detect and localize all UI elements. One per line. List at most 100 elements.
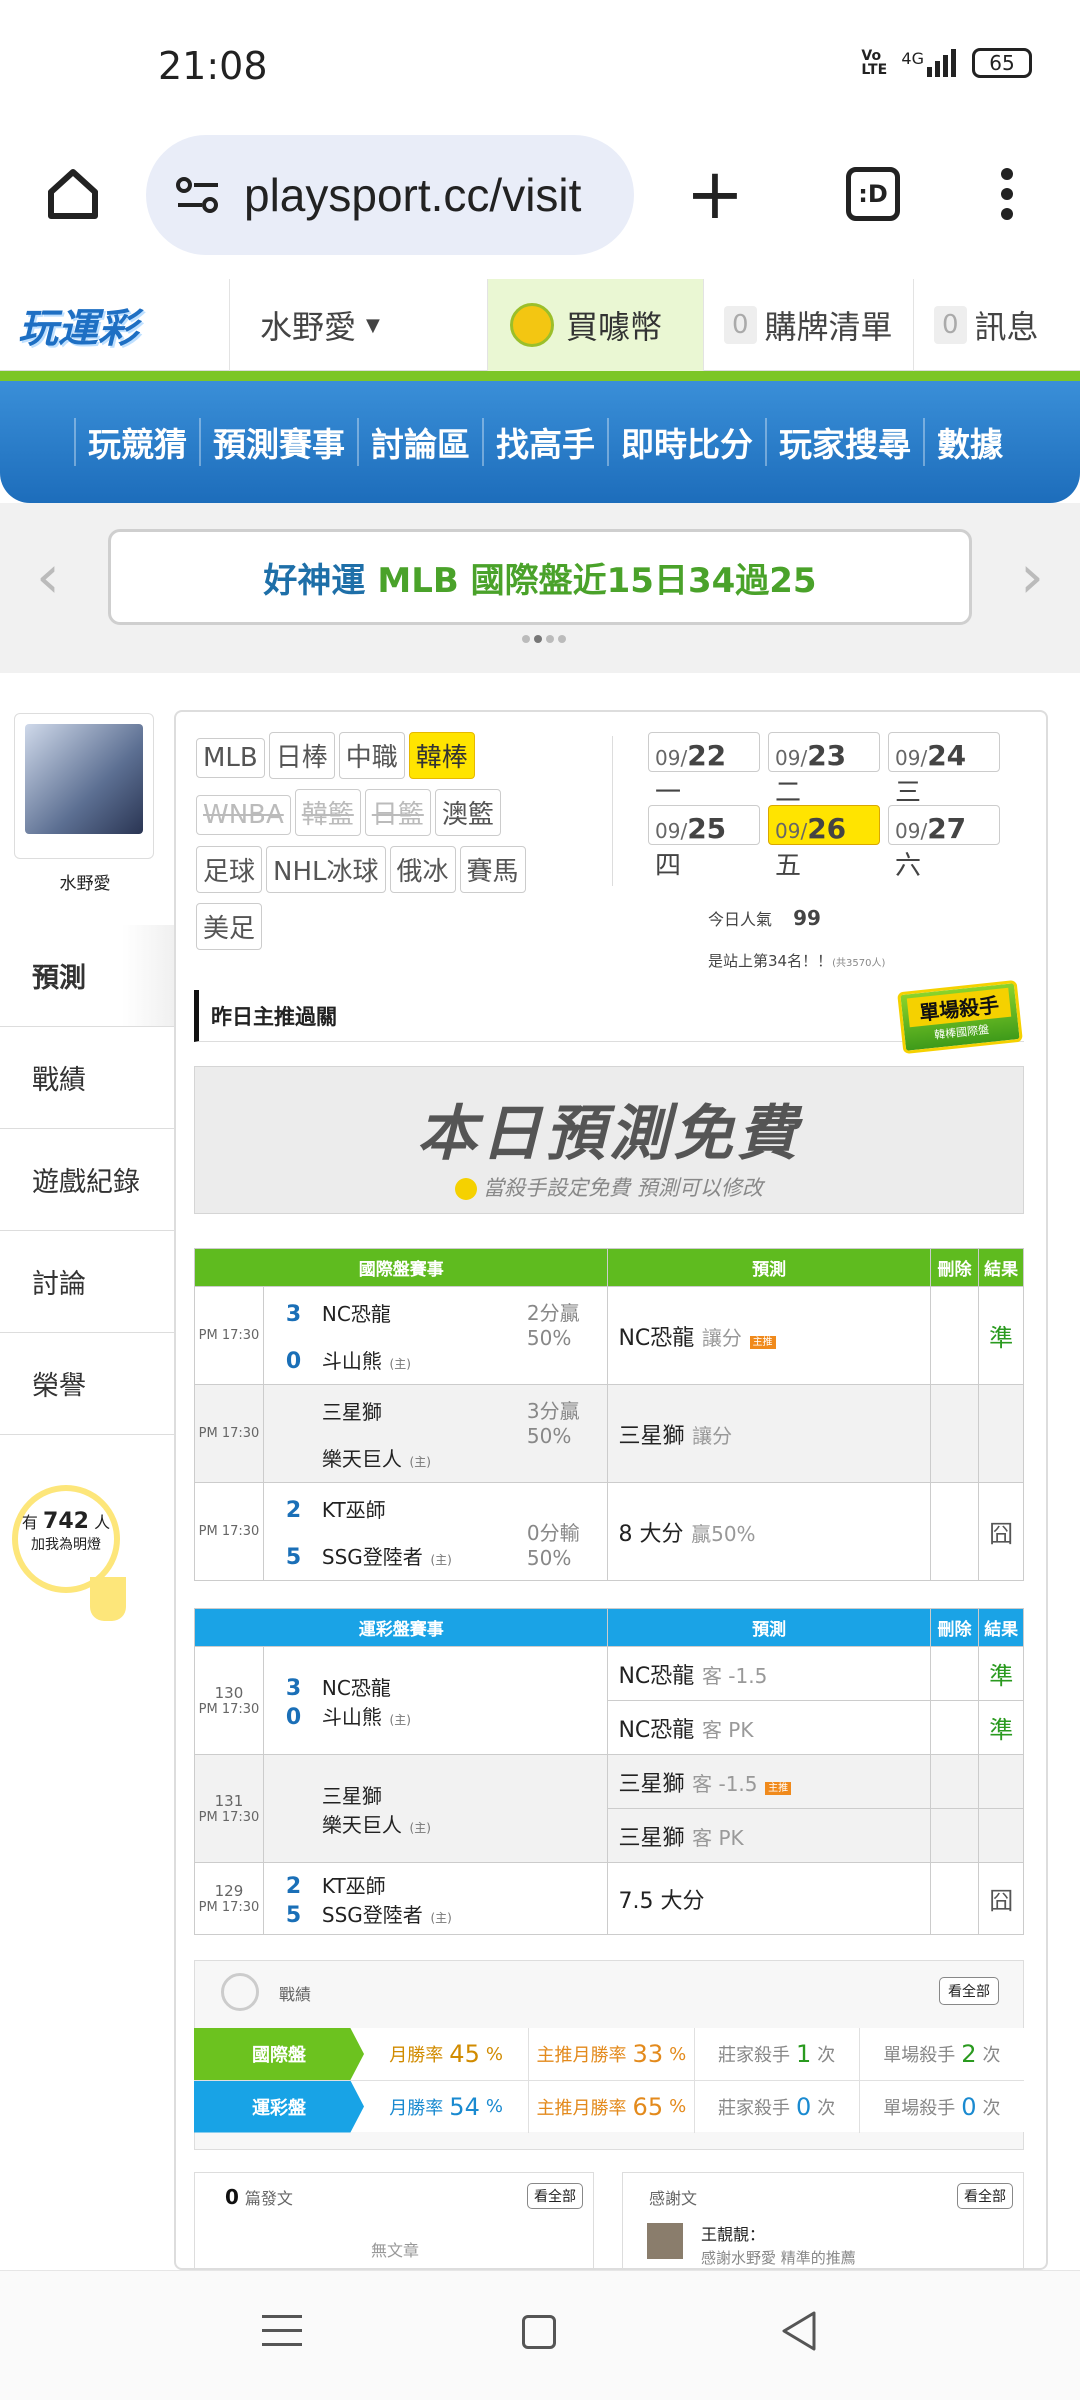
column-header: 國際盤賽事 <box>193 1248 609 1287</box>
delete-cell[interactable] <box>929 1862 980 1935</box>
message-button[interactable]: 0 訊息 <box>914 279 1080 371</box>
table-row: PM 17:30 2 KT巫師 5 SSG登陸者 (主) 0分輸 50% 8 大分 贏50% 囧 <box>194 1482 1024 1581</box>
date-tab[interactable]: 09/22 一 <box>648 732 760 808</box>
promo-banner[interactable]: 好神運 MLB 國際盤近15日34過25 <box>108 529 972 625</box>
sport-tab[interactable]: 日籃 <box>364 789 431 836</box>
sport-tab[interactable]: 賽馬 <box>459 846 526 893</box>
sport-tab[interactable]: 俄冰 <box>389 846 456 893</box>
home-icon[interactable] <box>38 159 108 229</box>
killer-badge: 單場殺手 韓棒國際盤 <box>897 979 1023 1055</box>
chevron-left-icon[interactable]: ‹ <box>36 547 76 607</box>
column-header: 結果 <box>978 1248 1024 1287</box>
status-icons: Vo LTE 4G 65 <box>861 48 1032 78</box>
signal-icon: 4G <box>901 49 956 77</box>
sport-tab[interactable]: NHL冰球 <box>266 846 386 893</box>
nav-item[interactable]: 即時比分 <box>607 418 765 466</box>
pick-team: NC恐龍 <box>618 1717 695 1743</box>
table-row: 131 PM 17:30 三星獅 樂天巨人 (主) 三星獅 客 -1.5 主推 <box>194 1754 1024 1863</box>
date-tab[interactable]: 09/23 二 <box>768 732 880 808</box>
system-nav-bar <box>0 2270 1080 2400</box>
sport-tab[interactable]: 澳籃 <box>434 789 501 836</box>
nav-item[interactable]: 找高手 <box>482 418 607 466</box>
coin-icon <box>510 303 554 347</box>
menu-icon[interactable] <box>972 159 1042 229</box>
cart-button[interactable]: 0 購牌清單 <box>704 279 914 371</box>
delete-cell[interactable] <box>929 1808 980 1863</box>
view-all-button[interactable]: 看全部 <box>939 1977 999 2005</box>
avatar[interactable] <box>14 713 154 859</box>
game-time: PM 17:30 <box>198 1810 260 1825</box>
profile-sidebar: 水野愛 預測 戰績 遊戲紀錄 討論 榮譽 有 742 人 加我為明燈 <box>0 705 174 2265</box>
column-header: 預測 <box>607 1248 931 1287</box>
table-row: PM 17:30 三星獅 樂天巨人 (主) 3分贏 50% 三星獅 讓分 <box>194 1384 1024 1483</box>
record-row-intl: 國際盤 月勝率 45% 主推月勝率 33% 莊家殺手 1 次 單場殺手 2 次 <box>194 2028 1024 2080</box>
back-icon[interactable] <box>778 2309 818 2357</box>
avatar[interactable] <box>647 2223 683 2259</box>
site-settings-icon[interactable] <box>176 175 220 215</box>
result <box>978 1808 1024 1863</box>
sport-tab[interactable]: 韓籃 <box>294 789 361 836</box>
nav-item[interactable]: 討論區 <box>357 418 482 466</box>
home-square-icon[interactable] <box>522 2315 556 2349</box>
sport-tab[interactable]: MLB <box>196 738 265 778</box>
delete-cell[interactable] <box>929 1286 980 1385</box>
sport-tab[interactable]: 足球 <box>196 846 263 893</box>
recents-menu-icon[interactable] <box>262 2315 302 2346</box>
view-all-button[interactable]: 看全部 <box>527 2183 583 2209</box>
team-home: 樂天巨人 <box>321 1446 402 1471</box>
record-row-lottery: 運彩盤 月勝率 54% 主推月勝率 65% 莊家殺手 0 次 單場殺手 0 次 <box>194 2080 1024 2133</box>
delete-cell[interactable] <box>929 1482 980 1581</box>
new-tab-icon[interactable]: + <box>680 159 750 229</box>
sport-tab[interactable]: WNBA <box>196 795 291 835</box>
rank-text: 是站上第34名！！(共3570人) <box>708 952 886 970</box>
bulb-icon <box>90 1577 126 1621</box>
pick-team: 三星獅 <box>618 1423 685 1449</box>
date-tab[interactable]: 09/24 三 <box>888 732 1000 808</box>
result: 囧 <box>978 1482 1024 1581</box>
date-tab[interactable]: 09/27 六 <box>888 805 1000 881</box>
sidebar-item-honor[interactable]: 榮譽 <box>0 1333 174 1435</box>
site-logo[interactable]: 玩運彩 <box>0 279 230 371</box>
sidebar-item-record[interactable]: 戰績 <box>0 1027 174 1129</box>
sidebar-item-discuss[interactable]: 討論 <box>0 1231 174 1333</box>
nav-item[interactable]: 預測賽事 <box>199 418 357 466</box>
sidebar-item-predict[interactable]: 預測 <box>0 925 174 1027</box>
address-bar[interactable]: playsport.cc/visit <box>146 135 634 255</box>
popularity: 今日人氣 99 <box>708 906 821 930</box>
user-menu[interactable]: 水野愛 ▼ <box>230 279 488 371</box>
pick-team: 8 大分 <box>618 1521 684 1547</box>
date-tab[interactable]: 09/25 四 <box>648 805 760 881</box>
nav-item[interactable]: 數據 <box>923 418 1015 466</box>
url-text[interactable]: playsport.cc/visit <box>244 168 624 222</box>
delete-cell[interactable] <box>929 1754 980 1809</box>
tab-switcher-icon[interactable]: :D <box>838 159 908 229</box>
view-all-button[interactable]: 看全部 <box>957 2183 1013 2209</box>
delete-cell[interactable] <box>929 1384 980 1483</box>
sport-tab[interactable]: 日棒 <box>268 732 335 779</box>
chevron-right-icon[interactable]: › <box>1020 547 1060 607</box>
date-tab[interactable]: 09/26 五 <box>768 805 880 881</box>
game-time: PM 17:30 <box>194 1482 264 1581</box>
sport-filter: MLB 日棒 中職 韓棒 WNBA 韓籃 日籃 澳籃足球 NHL冰球 俄冰 賽馬美足 <box>196 732 596 960</box>
promo-carousel: ‹ 好神運 MLB 國際盤近15日34過25 › <box>0 503 1080 673</box>
delete-cell[interactable] <box>929 1700 980 1755</box>
game-number: 131 <box>214 1792 244 1810</box>
column-header: 預測 <box>607 1608 931 1647</box>
result <box>978 1754 1024 1809</box>
delete-cell[interactable] <box>929 1646 980 1701</box>
sport-tab[interactable]: 美足 <box>196 903 263 950</box>
table-row: 130 PM 17:30 3 NC恐龍 0 斗山熊 (主) NC恐龍 客 -1.5 準 <box>194 1646 1024 1755</box>
posts-box: 0 篇發文 看全部 無文章 <box>194 2172 594 2272</box>
pick-team: 三星獅 <box>618 1825 685 1851</box>
sport-tab[interactable]: 韓棒 <box>408 732 475 779</box>
nav-item[interactable]: 玩競猜 <box>74 418 199 466</box>
empty-text: 無文章 <box>370 2241 419 2260</box>
coin-button[interactable]: 買噱幣 <box>488 279 704 371</box>
sport-tab[interactable]: 中職 <box>338 732 405 779</box>
table-row: PM 17:30 3 NC恐龍 0 斗山熊 (主) 2分贏 50% NC恐龍 讓分 主推準 <box>194 1286 1024 1385</box>
chevron-down-icon: ▼ <box>366 314 380 336</box>
nav-item[interactable]: 玩家搜尋 <box>765 418 923 466</box>
game-time: PM 17:30 <box>194 1286 264 1385</box>
sidebar-item-game-log[interactable]: 遊戲紀錄 <box>0 1129 174 1231</box>
status-bar: 21:08 Vo LTE 4G 65 <box>0 0 1080 135</box>
